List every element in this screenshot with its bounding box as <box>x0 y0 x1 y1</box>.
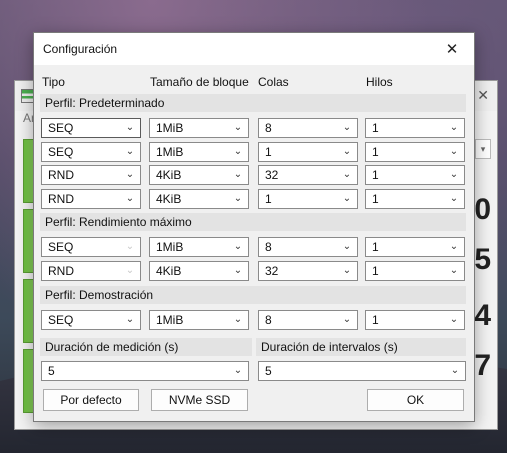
chevron-down-icon: ⌄ <box>342 265 352 276</box>
threads-select[interactable]: 1 ⌄ <box>365 237 465 257</box>
column-header-queues: Colas <box>258 75 289 89</box>
chevron-down-icon: ⌄ <box>125 241 135 252</box>
chevron-down-icon: ⌄ <box>233 169 243 180</box>
block-size-select[interactable]: 4KiB ⌄ <box>149 189 249 209</box>
threads-select[interactable]: 1 ⌄ <box>365 118 465 138</box>
block-size-select[interactable]: 4KiB ⌄ <box>149 165 249 185</box>
chevron-down-icon: ⌄ <box>125 122 135 133</box>
block-size-select[interactable]: 1MiB ⌄ <box>149 310 249 330</box>
measure-duration-label: Duración de medición (s) <box>40 338 252 356</box>
block-size-select[interactable]: 1MiB ⌄ <box>149 142 249 162</box>
type-select[interactable]: RND ⌄ <box>41 189 141 209</box>
nvme-ssd-button[interactable]: NVMe SSD <box>151 389 248 411</box>
type-select[interactable]: RND ⌄ <box>41 165 141 185</box>
defaults-button[interactable]: Por defecto <box>43 389 139 411</box>
threads-select[interactable]: 1 ⌄ <box>365 310 465 330</box>
chevron-down-icon: ⌄ <box>342 146 352 157</box>
chevron-down-icon: ⌄ <box>233 314 243 325</box>
chevron-down-icon: ⌄ <box>449 169 459 180</box>
column-header-type: Tipo <box>42 75 65 89</box>
interval-duration-select[interactable]: 5 ⌄ <box>258 361 466 381</box>
queues-select[interactable]: 8 ⌄ <box>258 310 358 330</box>
chevron-down-icon: ⌄ <box>449 314 459 325</box>
chevron-down-icon: ⌄ <box>233 241 243 252</box>
background-result-digit: 5 <box>474 243 491 276</box>
chevron-down-icon: ⌄ <box>449 265 459 276</box>
queues-select[interactable]: 32 ⌄ <box>258 165 358 185</box>
type-select[interactable]: SEQ ⌄ <box>41 237 141 257</box>
column-header-threads: Hilos <box>366 75 393 89</box>
background-dropdown[interactable]: ▾ <box>475 139 491 159</box>
profile-header-peak: Perfil: Rendimiento máximo <box>40 213 466 231</box>
profile-header-default: Perfil: Predeterminado <box>40 94 466 112</box>
chevron-down-icon: ⌄ <box>449 146 459 157</box>
background-result-digit: 4 <box>474 299 491 332</box>
chevron-down-icon: ⌄ <box>125 265 135 276</box>
block-size-select[interactable]: 4KiB ⌄ <box>149 261 249 281</box>
chevron-down-icon: ⌄ <box>125 169 135 180</box>
interval-duration-label: Duración de intervalos (s) <box>256 338 466 356</box>
measure-duration-select[interactable]: 5 ⌄ <box>41 361 249 381</box>
background-result-digit: 7 <box>474 349 491 382</box>
queues-select[interactable]: 8 ⌄ <box>258 118 358 138</box>
chevron-down-icon: ⌄ <box>449 193 459 204</box>
threads-select[interactable]: 1 ⌄ <box>365 261 465 281</box>
threads-select[interactable]: 1 ⌄ <box>365 189 465 209</box>
dialog-title-bar: Configuración ✕ <box>34 33 474 65</box>
chevron-down-icon: ⌄ <box>342 169 352 180</box>
queues-select[interactable]: 8 ⌄ <box>258 237 358 257</box>
chevron-down-icon: ⌄ <box>342 193 352 204</box>
chevron-down-icon: ⌄ <box>342 122 352 133</box>
type-select[interactable]: SEQ ⌄ <box>41 310 141 330</box>
chevron-down-icon: ⌄ <box>233 122 243 133</box>
chevron-down-icon: ⌄ <box>125 193 135 204</box>
background-close-icon[interactable]: ✕ <box>477 87 489 104</box>
chevron-down-icon: ⌄ <box>125 146 135 157</box>
settings-dialog: Configuración ✕ Tipo Tamaño de bloque Co… <box>33 32 475 422</box>
queues-select[interactable]: 1 ⌄ <box>258 189 358 209</box>
close-button[interactable]: ✕ <box>430 33 474 65</box>
chevron-down-icon: ⌄ <box>233 365 243 376</box>
chevron-down-icon: ⌄ <box>233 146 243 157</box>
queues-select[interactable]: 1 ⌄ <box>258 142 358 162</box>
block-size-select[interactable]: 1MiB ⌄ <box>149 118 249 138</box>
chevron-down-icon: ⌄ <box>233 193 243 204</box>
block-size-select[interactable]: 1MiB ⌄ <box>149 237 249 257</box>
chevron-down-icon: ⌄ <box>125 314 135 325</box>
threads-select[interactable]: 1 ⌄ <box>365 142 465 162</box>
chevron-down-icon: ⌄ <box>342 241 352 252</box>
dialog-title: Configuración <box>43 42 118 56</box>
chevron-down-icon: ⌄ <box>449 122 459 133</box>
type-select[interactable]: RND ⌄ <box>41 261 141 281</box>
background-result-digit: 0 <box>474 193 491 226</box>
chevron-down-icon: ⌄ <box>450 365 460 376</box>
type-select[interactable]: SEQ ⌄ <box>41 118 141 138</box>
chevron-down-icon: ⌄ <box>233 265 243 276</box>
queues-select[interactable]: 32 ⌄ <box>258 261 358 281</box>
column-header-block-size: Tamaño de bloque <box>150 75 249 89</box>
chevron-down-icon: ⌄ <box>449 241 459 252</box>
close-icon: ✕ <box>445 41 459 58</box>
type-select[interactable]: SEQ ⌄ <box>41 142 141 162</box>
threads-select[interactable]: 1 ⌄ <box>365 165 465 185</box>
ok-button[interactable]: OK <box>367 389 464 411</box>
chevron-down-icon: ⌄ <box>342 314 352 325</box>
profile-header-demo: Perfil: Demostración <box>40 286 466 304</box>
